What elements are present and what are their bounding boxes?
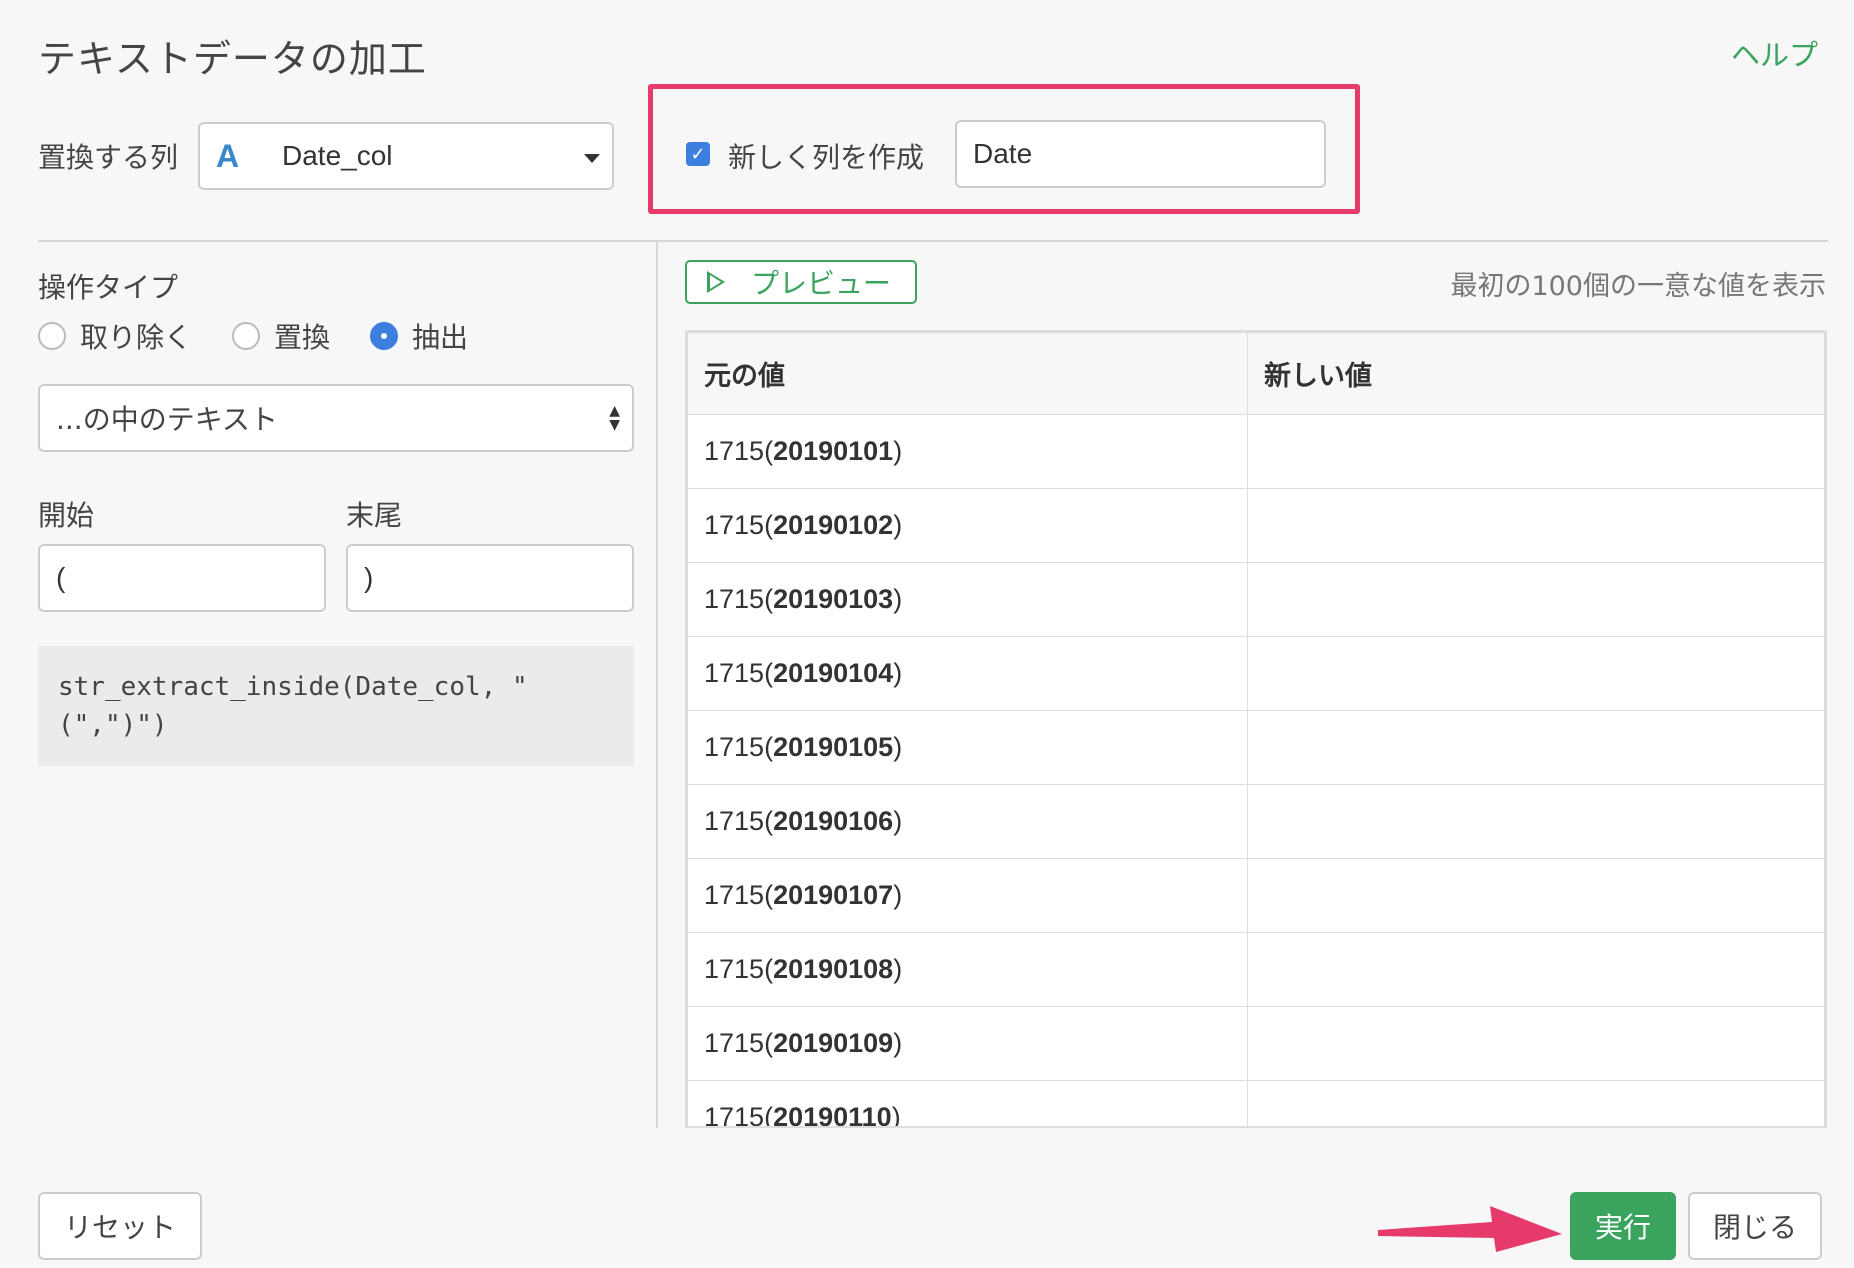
- code-preview: str_extract_inside(Date_col, "(",")"): [38, 646, 634, 766]
- radio-button[interactable]: [232, 322, 261, 350]
- start-input[interactable]: (: [38, 544, 326, 612]
- dialog-title: テキストデータの加工: [38, 37, 427, 81]
- new-value-cell: [1247, 1080, 1825, 1126]
- table-row: 1715(20190110): [687, 1080, 1825, 1126]
- original-value-cell: 1715(20190103): [687, 562, 1248, 637]
- radio-button[interactable]: [38, 322, 66, 350]
- radio-replace[interactable]: 置換: [232, 316, 330, 356]
- table-row: 1715(20190109): [687, 1006, 1825, 1081]
- table-header-row: 元の値 新しい値: [687, 332, 1825, 415]
- operation-type-label: 操作タイプ: [38, 271, 179, 304]
- updown-icon: ▲ ▼: [609, 403, 620, 433]
- divider-vertical: [656, 242, 658, 1128]
- header-new-value: 新しい値: [1247, 332, 1825, 415]
- text-type-icon: A: [216, 137, 240, 174]
- check-icon: ✓: [690, 143, 706, 165]
- new-value-cell: [1247, 1006, 1825, 1081]
- original-value-cell: 1715(20190110): [687, 1080, 1248, 1126]
- table-row: 1715(20190102): [687, 488, 1825, 563]
- arrow-annotation: [1378, 1206, 1562, 1252]
- original-value-cell: 1715(20190107): [687, 858, 1248, 933]
- end-label: 末尾: [346, 499, 403, 532]
- new-value-cell: [1247, 636, 1825, 711]
- reset-button[interactable]: リセット: [38, 1192, 202, 1260]
- original-value-cell: 1715(20190104): [687, 636, 1248, 711]
- new-column-name-input[interactable]: Date: [955, 120, 1326, 188]
- table-row: 1715(20190104): [687, 636, 1825, 711]
- original-value-cell: 1715(20190105): [687, 710, 1248, 785]
- start-label: 開始: [38, 499, 95, 532]
- radio-button[interactable]: [370, 322, 399, 350]
- new-column-checkbox[interactable]: ✓: [686, 142, 710, 166]
- divider-horizontal: [38, 240, 1828, 242]
- end-input[interactable]: ): [346, 544, 634, 612]
- preview-note: 最初の100個の一意な値を表示: [1450, 271, 1826, 302]
- help-link[interactable]: ヘルプ: [1731, 32, 1818, 74]
- close-button[interactable]: 閉じる: [1688, 1192, 1822, 1260]
- table-row: 1715(20190101): [687, 414, 1825, 489]
- original-value-cell: 1715(20190106): [687, 784, 1248, 859]
- original-value-cell: 1715(20190102): [687, 488, 1248, 563]
- table-row: 1715(20190108): [687, 932, 1825, 1007]
- table-row: 1715(20190106): [687, 784, 1825, 859]
- extract-mode-select[interactable]: ...の中のテキスト ▲ ▼: [38, 384, 634, 452]
- column-select-value: Date_col: [282, 140, 393, 171]
- operation-type-radios: 取り除く 置換 抽出: [38, 316, 508, 356]
- new-value-cell: [1247, 784, 1825, 859]
- new-value-cell: [1247, 488, 1825, 563]
- table-row: 1715(20190107): [687, 858, 1825, 933]
- new-value-cell: [1247, 562, 1825, 637]
- run-button[interactable]: 実行: [1570, 1192, 1676, 1260]
- preview-button-label: プレビュー: [751, 267, 892, 300]
- new-value-cell: [1247, 858, 1825, 933]
- play-icon: [707, 271, 725, 293]
- header-original-value: 元の値: [687, 332, 1248, 415]
- radio-label: 抽出: [412, 321, 469, 354]
- radio-label: 取り除く: [80, 321, 193, 354]
- new-value-cell: [1247, 932, 1825, 1007]
- column-select[interactable]: A Date_col: [198, 122, 614, 190]
- table-row: 1715(20190103): [687, 562, 1825, 637]
- table-row: 1715(20190105): [687, 710, 1825, 785]
- preview-table: 元の値 新しい値 1715(20190101) 1715(20190102) 171…: [685, 330, 1827, 1128]
- column-select-label: 置換する列: [38, 141, 179, 174]
- radio-extract[interactable]: 抽出: [370, 316, 468, 356]
- extract-mode-value: ...の中のテキスト: [56, 403, 278, 436]
- new-value-cell: [1247, 414, 1825, 489]
- original-value-cell: 1715(20190109): [687, 1006, 1248, 1081]
- new-column-label: 新しく列を作成: [728, 141, 925, 174]
- new-value-cell: [1247, 710, 1825, 785]
- original-value-cell: 1715(20190108): [687, 932, 1248, 1007]
- radio-label: 置換: [274, 321, 331, 354]
- original-value-cell: 1715(20190101): [687, 414, 1248, 489]
- radio-remove[interactable]: 取り除く: [38, 316, 192, 356]
- preview-button[interactable]: プレビュー: [685, 260, 917, 304]
- chevron-down-icon: [584, 154, 600, 163]
